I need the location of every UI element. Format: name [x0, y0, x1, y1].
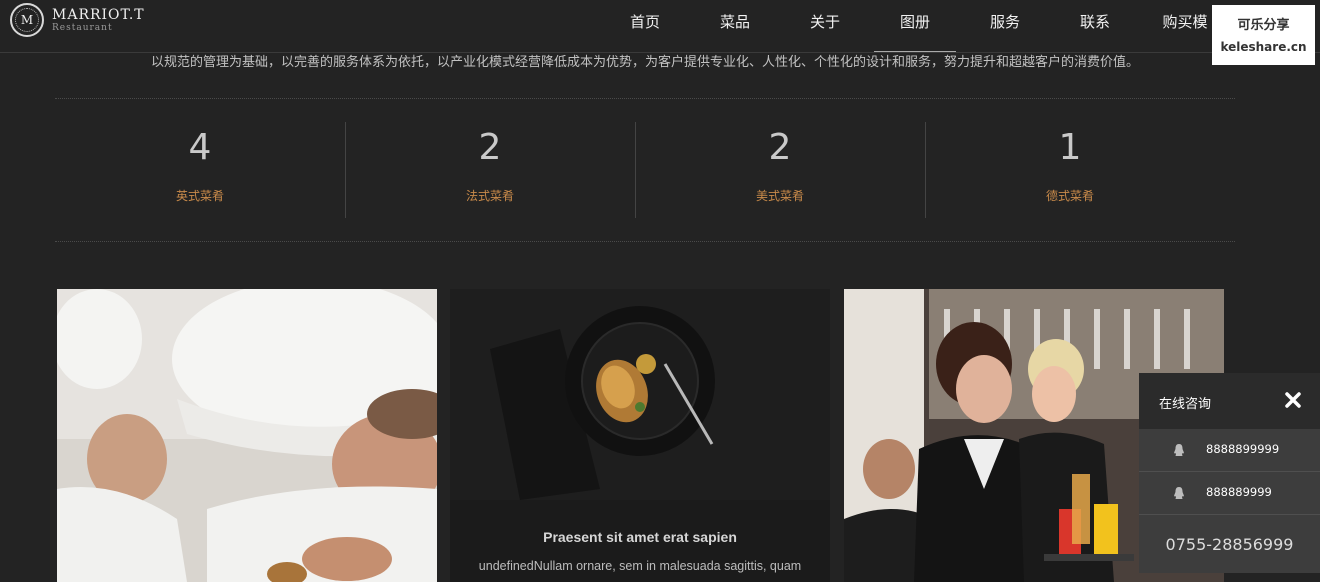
stat-number: 1: [1058, 127, 1082, 168]
logo[interactable]: M MARRIOT.T Restaurant: [10, 3, 145, 37]
site-header: M MARRIOT.T Restaurant 首页 菜品 关于 图册 服务 联系…: [0, 0, 1320, 53]
logo-mark: M: [20, 13, 34, 27]
qq-contact-row[interactable]: 888889999: [1139, 472, 1320, 515]
share-site: keleshare.cn: [1220, 40, 1307, 54]
logo-emblem-icon: M: [10, 3, 44, 37]
share-title: 可乐分享: [1237, 18, 1290, 33]
stat-divider: [635, 122, 636, 218]
gallery-caption-text: undefinedNullam ornare, sem in malesuada…: [478, 559, 802, 573]
online-consult-panel: 在线咨询 8888899999 888889999 0755-28856999: [1139, 373, 1320, 573]
gallery-card-dish[interactable]: Praesent sit amet erat sapien undefinedN…: [450, 289, 830, 582]
gallery-card-chefs[interactable]: [57, 289, 437, 582]
dish-photo: [450, 289, 830, 500]
intro-section: 以规范的管理为基础，以完善的服务体系为依托，以产业化模式经营降低成本为优势，为客…: [55, 53, 1235, 99]
stats-row: 4 英式菜肴 2 法式菜肴 2 美式菜肴 1 德式菜肴: [55, 99, 1235, 242]
phone-number[interactable]: 0755-28856999: [1139, 535, 1320, 554]
qq-contact-row[interactable]: 8888899999: [1139, 429, 1320, 472]
qq-number[interactable]: 888889999: [1206, 485, 1272, 499]
stat-label[interactable]: 德式菜肴: [925, 187, 1215, 204]
intro-text: 以规范的管理为基础，以完善的服务体系为依托，以产业化模式经营降低成本为优势，为客…: [150, 55, 1139, 70]
logo-text: MARRIOT.T Restaurant: [52, 8, 145, 33]
stat-item: 2 法式菜肴: [345, 99, 635, 241]
gallery-caption-title[interactable]: Praesent sit amet erat sapien: [450, 529, 830, 545]
nav-about[interactable]: 关于: [780, 0, 870, 44]
stat-item: 4 英式菜肴: [55, 99, 345, 241]
consult-header: 在线咨询: [1139, 373, 1320, 429]
qq-icon: [1174, 444, 1184, 456]
nav-contact[interactable]: 联系: [1050, 0, 1140, 44]
consult-title: 在线咨询: [1159, 397, 1212, 412]
stat-label[interactable]: 法式菜肴: [345, 187, 635, 204]
share-box[interactable]: 可乐分享 keleshare.cn: [1212, 5, 1315, 65]
chefs-photo: [57, 289, 437, 582]
stat-item: 1 德式菜肴: [925, 99, 1215, 241]
stat-number: 2: [768, 127, 792, 168]
nav-gallery[interactable]: 图册: [870, 0, 960, 52]
main-nav: 首页 菜品 关于 图册 服务 联系 购买模: [600, 0, 1230, 52]
stat-label[interactable]: 美式菜肴: [635, 187, 925, 204]
nav-dishes[interactable]: 菜品: [690, 0, 780, 44]
qq-number[interactable]: 8888899999: [1206, 442, 1279, 456]
logo-name: MARRIOT.T: [52, 6, 145, 23]
stat-divider: [345, 122, 346, 218]
nav-services[interactable]: 服务: [960, 0, 1050, 44]
stat-number: 4: [188, 127, 212, 168]
nav-home[interactable]: 首页: [600, 0, 690, 44]
stat-item: 2 美式菜肴: [635, 99, 925, 241]
logo-subtitle: Restaurant: [52, 22, 113, 33]
stat-number: 2: [478, 127, 502, 168]
stat-divider: [925, 122, 926, 218]
qq-icon: [1174, 487, 1184, 499]
stat-label[interactable]: 英式菜肴: [55, 187, 345, 204]
close-icon[interactable]: [1284, 391, 1302, 409]
